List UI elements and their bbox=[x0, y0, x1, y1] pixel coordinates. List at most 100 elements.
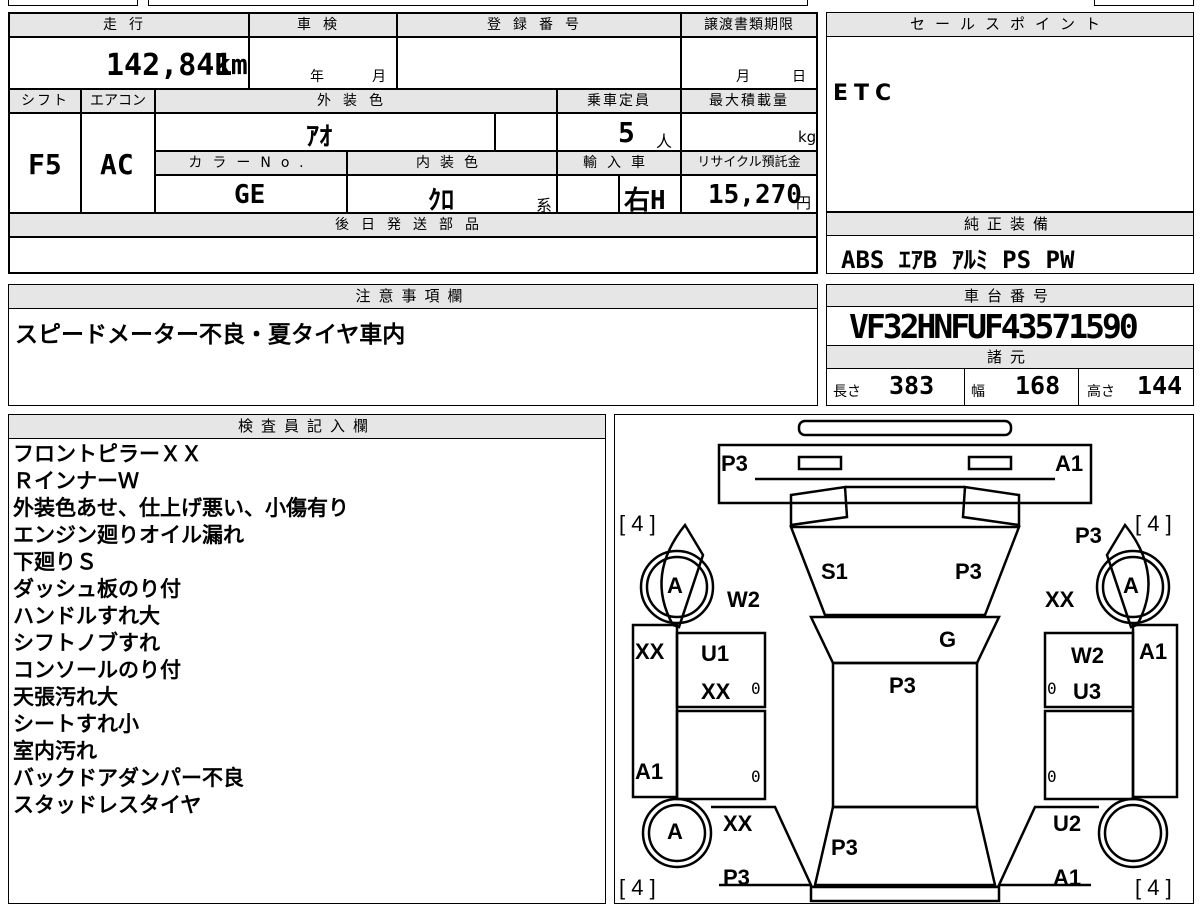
damage-mark-tire-fl: A bbox=[667, 573, 683, 598]
exterior-label: 外装色 bbox=[155, 89, 557, 113]
inspector-line: ダッシュ板のり付 bbox=[13, 577, 181, 601]
zero-marker: 0 bbox=[751, 767, 761, 786]
damage-mark-roof: P3 bbox=[889, 673, 916, 698]
damage-diagram-box: P3 A1 S1 P3 W2 XX P3 A A G XX U1 XX P3 W2 U3 A1 A1 XX U2 A P3… bbox=[614, 414, 1194, 904]
spec-width-label: 幅 bbox=[971, 384, 985, 400]
exterior-sub-cell bbox=[495, 113, 557, 151]
exterior-cell: ｱｵ bbox=[155, 113, 495, 152]
inspector-line: シートすれ小 bbox=[13, 712, 139, 736]
damage-mark-trunk: P3 bbox=[831, 835, 858, 860]
ac-cell: AC bbox=[81, 113, 155, 213]
inspector-line: スタッドレスタイヤ bbox=[13, 793, 202, 817]
color-no-cell: GE bbox=[155, 175, 347, 213]
damage-mark-fender-fr: XX bbox=[1045, 587, 1075, 612]
zero-marker: 0 bbox=[1047, 767, 1057, 786]
later-parts-cell bbox=[9, 237, 817, 273]
recycle-label: リサイクル預託金 bbox=[681, 151, 817, 175]
transfer-label: 譲渡書類期限 bbox=[681, 13, 817, 37]
transfer-day: 日 bbox=[792, 69, 806, 85]
recycle-unit: 円 bbox=[796, 194, 812, 212]
tire-count-marker: [ 4 ] bbox=[619, 511, 656, 536]
damage-mark-door-fl-1: U1 bbox=[701, 641, 730, 666]
capacity-label: 乗車定員 bbox=[557, 89, 681, 113]
damage-mark-front-left: P3 bbox=[721, 451, 748, 476]
standard-equipment-text: ABS ｴｱB ｱﾙﾐ PS PW bbox=[841, 246, 1075, 274]
transfer-month: 月 bbox=[736, 69, 750, 85]
vehicle-info-table: 走行 車検 登録番号 譲渡書類期限 142,841 km 年 月 月 日 シフト… bbox=[8, 12, 818, 274]
spec-height: 高さ 144 bbox=[1079, 369, 1193, 405]
inspector-line: コンソールのり付 bbox=[13, 658, 181, 682]
sales-point-box: セールスポイント ETC bbox=[826, 12, 1194, 212]
damage-mark-door-fl-outer: XX bbox=[635, 639, 665, 664]
max-load-label: 最大積載量 bbox=[681, 89, 817, 113]
inspector-label: 検査員記入欄 bbox=[9, 415, 605, 439]
recycle-cell: 15,270 円 bbox=[681, 175, 817, 213]
interior-value: ｸﾛ bbox=[428, 186, 455, 216]
registration-label: 登録番号 bbox=[397, 13, 681, 37]
spec-length-label: 長さ bbox=[833, 384, 861, 400]
tire-count-marker: [ 4 ] bbox=[619, 875, 656, 900]
inspection-year: 年 bbox=[310, 69, 324, 85]
inspector-line: 外装色あせ、仕上げ悪い、小傷有り bbox=[13, 496, 349, 520]
damage-mark-tire-rl: A bbox=[667, 819, 683, 844]
transfer-cell: 月 日 bbox=[681, 37, 817, 89]
max-load-cell: kg bbox=[681, 113, 817, 151]
spec-width-value: 168 bbox=[1015, 371, 1061, 400]
inspection-month: 月 bbox=[372, 69, 386, 85]
damage-mark-hood-right: P3 bbox=[955, 559, 982, 584]
inspector-line: 室内汚れ bbox=[13, 739, 97, 763]
registration-cell bbox=[397, 37, 681, 89]
later-parts-label: 後日発送部品 bbox=[9, 213, 817, 237]
inspection-label: 車検 bbox=[249, 13, 397, 37]
inspector-line: シフトノブすれ bbox=[13, 631, 160, 655]
shift-cell: F5 bbox=[9, 113, 81, 213]
inspector-line: エンジン廻りオイル漏れ bbox=[13, 523, 244, 547]
zero-marker: 0 bbox=[1047, 679, 1057, 698]
chassis-number: VF32HNFUF43571590 bbox=[849, 307, 1139, 346]
spec-length: 長さ 383 bbox=[827, 369, 965, 405]
tire-count-marker: [ 4 ] bbox=[1135, 875, 1172, 900]
damage-mark-tire-fr: A bbox=[1123, 573, 1139, 598]
damage-mark-front-right: A1 bbox=[1055, 451, 1084, 476]
standard-equipment-box: 純正装備 ABS ｴｱB ｱﾙﾐ PS PW bbox=[826, 212, 1194, 274]
damage-mark-rear-fl: XX bbox=[723, 811, 753, 836]
spec-width: 幅 168 bbox=[965, 369, 1079, 405]
inspector-line: フロントピラーＸＸ bbox=[13, 442, 202, 466]
color-no-label: カラーNo. bbox=[155, 151, 347, 175]
spec-height-value: 144 bbox=[1137, 371, 1183, 400]
ac-label: エアコン bbox=[81, 89, 155, 113]
shift-value: F5 bbox=[28, 148, 62, 181]
import-label: 輸入車 bbox=[557, 151, 681, 175]
damage-mark-pillar-fr: P3 bbox=[1075, 523, 1102, 548]
specs-row: 長さ 383 幅 168 高さ 144 bbox=[827, 369, 1193, 405]
tire-count-marker: [ 4 ] bbox=[1135, 511, 1172, 536]
sales-point-text: ETC bbox=[833, 81, 898, 106]
damage-mark-windshield: G bbox=[939, 627, 957, 652]
damage-mark-door-rl-outer: A1 bbox=[635, 759, 664, 784]
inspector-lines: フロントピラーＸＸ ＲインナーＷ 外装色あせ、仕上げ悪い、小傷有り エンジン廻りオイル… bbox=[13, 441, 349, 819]
ac-value: AC bbox=[100, 148, 134, 181]
exterior-value: ｱｵ bbox=[306, 122, 333, 152]
inspection-cell: 年 月 bbox=[249, 37, 397, 89]
notes-box: 注意事項欄 スピードメーター不良・夏タイヤ車内 bbox=[8, 284, 818, 406]
chassis-label: 車台番号 bbox=[827, 285, 1193, 307]
damage-mark-fender-fl: W2 bbox=[727, 587, 760, 612]
damage-mark-door-fl-2: XX bbox=[701, 679, 731, 704]
standard-equipment-label: 純正装備 bbox=[827, 212, 1193, 236]
damage-mark-rear-right: A1 bbox=[1053, 865, 1082, 890]
damage-mark-door-fr-1: W2 bbox=[1071, 643, 1104, 668]
chassis-box: 車台番号 VF32HNFUF43571590 諸元 長さ 383 幅 168 高… bbox=[826, 284, 1194, 406]
interior-label: 内装色 bbox=[347, 151, 557, 175]
import-cell: 右H bbox=[619, 175, 681, 216]
inspector-box: 検査員記入欄 フロントピラーＸＸ ＲインナーＷ 外装色あせ、仕上げ悪い、小傷有り エン… bbox=[8, 414, 606, 904]
mileage-cell: 142,841 km bbox=[9, 37, 249, 89]
damage-mark-rear-fr: U2 bbox=[1053, 811, 1082, 836]
max-load-unit: kg bbox=[798, 128, 817, 146]
notes-label: 注意事項欄 bbox=[9, 285, 817, 309]
inspector-line: ハンドルすれ大 bbox=[13, 604, 160, 628]
color-no-value: GE bbox=[234, 180, 266, 210]
damage-mark-door-fr-2: U3 bbox=[1073, 679, 1102, 704]
interior-cell: ｸﾛ 系 bbox=[347, 175, 557, 216]
sales-point-label: セールスポイント bbox=[827, 13, 1193, 37]
recycle-value: 15,270 bbox=[708, 180, 802, 210]
